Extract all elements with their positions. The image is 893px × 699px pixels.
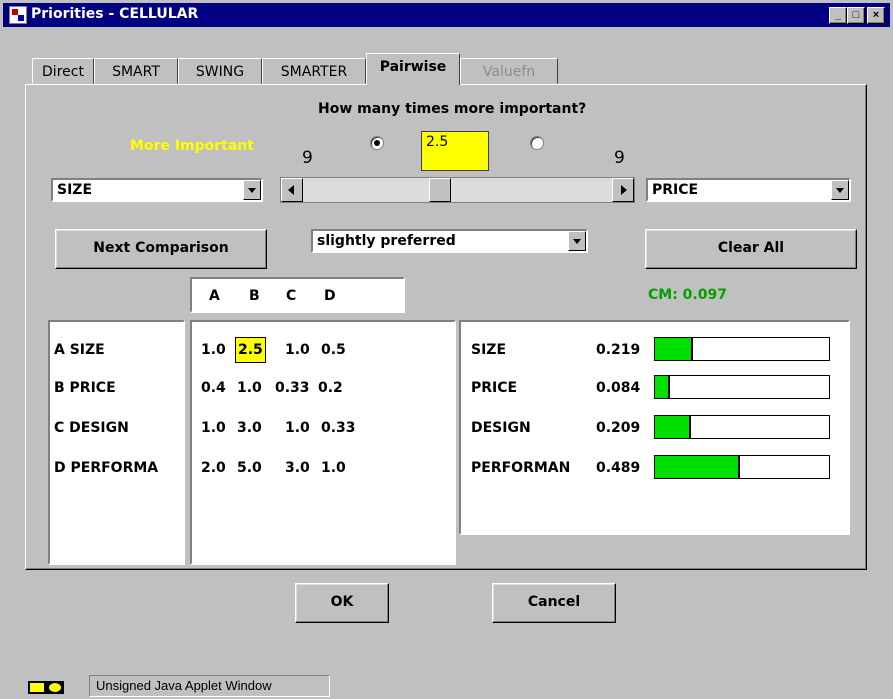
row-label: D PERFORMA (54, 460, 159, 476)
matrix-cell[interactable]: 1.0 (285, 342, 310, 358)
applet-security-icon (28, 681, 64, 694)
column-header: D (324, 288, 336, 304)
pairwise-matrix: 1.0 2.5 1.0 0.5 0.4 1.0 0.33 0.2 1.0 3.0… (190, 320, 456, 565)
weight-label: PERFORMAN (471, 460, 571, 476)
tab-pairwise[interactable]: Pairwise (366, 53, 460, 85)
slider-left-arrow-icon[interactable] (281, 178, 303, 202)
weight-bar (654, 375, 830, 399)
ratio-value-field[interactable]: 2.5 (421, 131, 489, 171)
matrix-cell[interactable]: 3.0 (285, 460, 310, 476)
matrix-cell[interactable]: 0.5 (321, 342, 346, 358)
row-label: B PRICE (54, 380, 116, 396)
tab-swing[interactable]: SWING (178, 58, 262, 84)
tab-valuefn: Valuefn (460, 58, 558, 84)
matrix-cell[interactable]: 1.0 (321, 460, 346, 476)
slider-right-arrow-icon[interactable] (612, 178, 634, 202)
next-comparison-button[interactable]: Next Comparison (55, 229, 267, 269)
tab-smart[interactable]: SMART (94, 58, 178, 84)
right-scale-max: 9 (614, 148, 625, 168)
column-header: C (286, 288, 297, 304)
weights-panel: SIZE 0.219 PRICE 0.084 DESIGN 0.209 PERF… (459, 320, 850, 535)
weight-value: 0.084 (596, 380, 641, 396)
left-more-important-radio[interactable] (370, 136, 384, 150)
weight-label: DESIGN (471, 420, 531, 436)
weight-value: 0.209 (596, 420, 641, 436)
matrix-cell[interactable]: 2.0 (201, 460, 226, 476)
weight-bar (654, 337, 830, 361)
matrix-cell[interactable]: 0.2 (318, 380, 343, 396)
column-header: A (209, 288, 220, 304)
chevron-down-icon[interactable] (568, 231, 586, 251)
weight-bar-fill (655, 456, 740, 478)
matrix-cell[interactable]: 5.0 (237, 460, 262, 476)
left-scale-max: 9 (302, 148, 313, 168)
chevron-down-icon[interactable] (831, 180, 849, 200)
comparison-question: How many times more important? (318, 101, 587, 117)
matrix-cell-selected[interactable]: 2.5 (235, 337, 266, 363)
applet-window: Priorities - CELLULAR _ □ × Direct SMART… (0, 0, 893, 699)
weight-bar (654, 455, 830, 479)
right-attribute-value: PRICE (652, 182, 699, 198)
preference-select[interactable]: slightly preferred (311, 229, 588, 253)
slider-thumb[interactable] (429, 178, 452, 202)
matrix-cell[interactable]: 0.33 (275, 380, 310, 396)
row-label: A SIZE (54, 342, 105, 358)
more-important-label: More Important (130, 138, 254, 154)
chevron-down-icon[interactable] (243, 180, 261, 200)
tab-smarter[interactable]: SMARTER (262, 58, 366, 84)
tab-direct[interactable]: Direct (32, 58, 94, 84)
cancel-button[interactable]: Cancel (492, 583, 616, 623)
row-labels-list: A SIZE B PRICE C DESIGN D PERFORMA (48, 320, 185, 565)
clear-all-button[interactable]: Clear All (645, 229, 857, 269)
weight-label: SIZE (471, 342, 507, 358)
right-attribute-select[interactable]: PRICE (646, 178, 851, 202)
matrix-cell[interactable]: 1.0 (237, 380, 262, 396)
weight-bar-fill (655, 338, 693, 360)
weight-value: 0.489 (596, 460, 641, 476)
close-button[interactable]: × (867, 7, 885, 24)
weight-value: 0.219 (596, 342, 641, 358)
matrix-cell[interactable]: 3.0 (237, 420, 262, 436)
weight-label: PRICE (471, 380, 518, 396)
weight-bar (654, 415, 830, 439)
java-app-icon (9, 6, 27, 24)
weight-bar-fill (655, 416, 691, 438)
consistency-measure: CM: 0.097 (648, 287, 727, 303)
minimize-button[interactable]: _ (829, 7, 847, 24)
maximize-button[interactable]: □ (847, 7, 865, 24)
importance-slider[interactable] (280, 177, 635, 203)
matrix-column-header: A B C D (190, 277, 405, 313)
left-attribute-value: SIZE (57, 182, 93, 198)
title-bar: Priorities - CELLULAR _ □ × (3, 3, 890, 27)
preference-value: slightly preferred (317, 233, 456, 249)
matrix-cell[interactable]: 0.33 (321, 420, 356, 436)
matrix-cell[interactable]: 1.0 (285, 420, 310, 436)
window-title: Priorities - CELLULAR (31, 6, 199, 22)
matrix-cell[interactable]: 0.4 (201, 380, 226, 396)
matrix-cell[interactable]: 1.0 (201, 420, 226, 436)
matrix-cell[interactable]: 1.0 (201, 342, 226, 358)
status-text: Unsigned Java Applet Window (89, 675, 330, 697)
ok-button[interactable]: OK (295, 583, 389, 623)
column-header: B (249, 288, 260, 304)
right-more-important-radio[interactable] (530, 136, 544, 150)
weight-bar-fill (655, 376, 670, 398)
row-label: C DESIGN (54, 420, 129, 436)
left-attribute-select[interactable]: SIZE (51, 178, 263, 202)
